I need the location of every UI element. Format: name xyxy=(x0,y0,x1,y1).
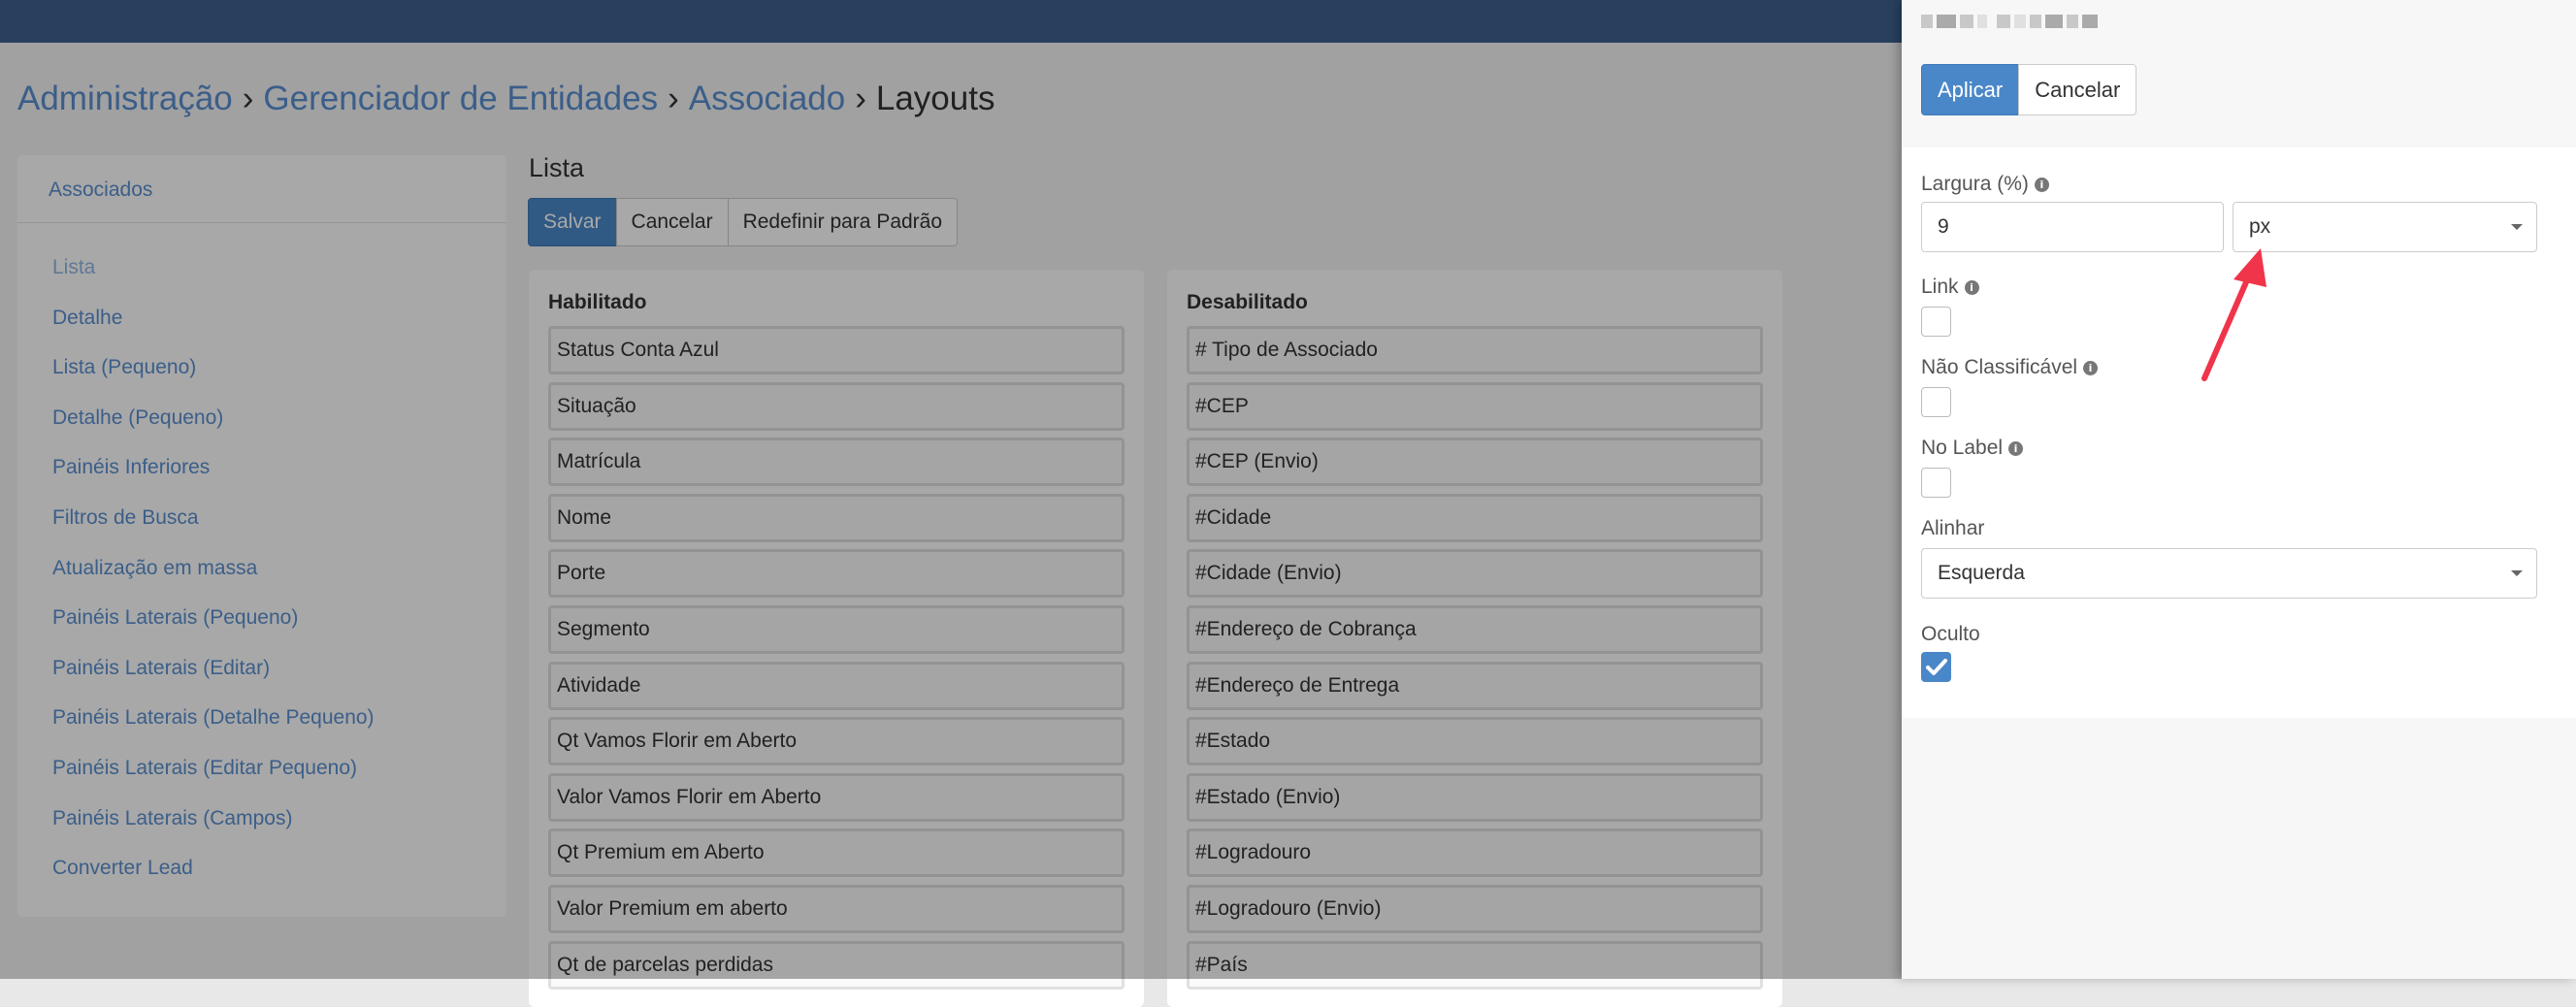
arrow-annotation-icon xyxy=(2201,248,2266,381)
modal-backdrop[interactable] xyxy=(0,0,1902,979)
hidden-label-text: Oculto xyxy=(1921,623,1980,645)
width-label-text: Largura (%) xyxy=(1921,173,2029,195)
chevron-down-icon xyxy=(2511,224,2523,230)
check-icon xyxy=(1926,659,1947,675)
info-icon[interactable]: i xyxy=(2034,177,2049,192)
link-label: Link i xyxy=(1921,276,1979,299)
align-value: Esquerda xyxy=(1938,562,2025,584)
width-input[interactable]: 9 xyxy=(1921,202,2224,252)
modal-header: Aplicar Cancelar xyxy=(1902,0,2576,147)
modal-button-group: Aplicar Cancelar xyxy=(1921,64,2137,115)
not-sortable-label: Não Classificável i xyxy=(1921,356,2099,379)
not-sortable-checkbox[interactable] xyxy=(1921,387,1951,417)
modal-cancel-button[interactable]: Cancelar xyxy=(2018,64,2137,115)
align-select[interactable]: Esquerda xyxy=(1921,548,2537,599)
width-label: Largura (%) i xyxy=(1921,173,2049,196)
not-sortable-label-text: Não Classificável xyxy=(1921,356,2078,378)
align-label: Alinhar xyxy=(1921,517,1984,540)
apply-button[interactable]: Aplicar xyxy=(1921,64,2020,115)
no-label-label-text: No Label xyxy=(1921,437,2004,459)
chevron-down-icon xyxy=(2511,570,2523,576)
field-settings-modal: Aplicar Cancelar Largura (%) i 9 px Link… xyxy=(1902,0,2576,979)
align-label-text: Alinhar xyxy=(1921,517,1985,539)
width-unit-select[interactable]: px xyxy=(2233,202,2537,252)
width-unit-value: px xyxy=(2249,215,2271,238)
info-icon[interactable]: i xyxy=(2083,360,2099,375)
no-label-checkbox[interactable] xyxy=(1921,468,1951,498)
link-checkbox[interactable] xyxy=(1921,307,1951,337)
info-icon[interactable]: i xyxy=(2008,440,2024,456)
modal-title-redacted xyxy=(1921,10,2154,33)
no-label-label: No Label i xyxy=(1921,437,2024,460)
hidden-checkbox[interactable] xyxy=(1921,652,1951,682)
modal-body: Largura (%) i 9 px Link i Não Classificá… xyxy=(1902,147,2576,718)
hidden-label: Oculto xyxy=(1921,623,1980,646)
info-icon[interactable]: i xyxy=(1964,279,1979,295)
link-label-text: Link xyxy=(1921,276,1959,298)
